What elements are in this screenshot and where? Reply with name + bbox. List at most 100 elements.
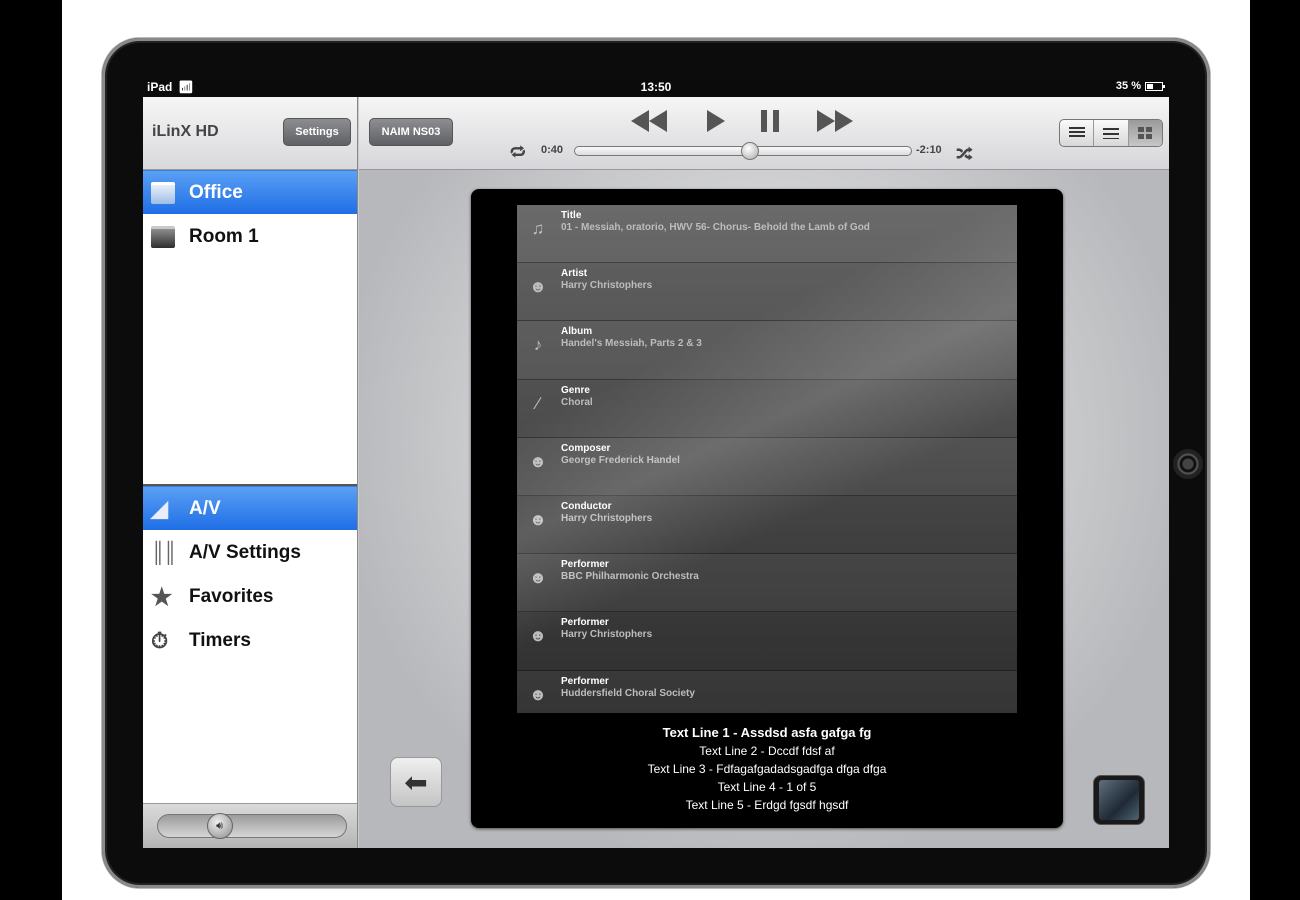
metadata-value: 01 - Messiah, oratorio, HWV 56- Chorus- … — [561, 222, 870, 233]
conductor-icon: ☻ — [529, 509, 547, 529]
metadata-label: Performer — [561, 559, 609, 571]
progress-slider[interactable] — [574, 142, 912, 160]
remaining-time: -2:10 — [916, 144, 942, 156]
metadata-label: Conductor — [561, 500, 612, 512]
pause-icon-part — [773, 110, 779, 132]
metadata-label: Album — [561, 326, 593, 338]
metadata-text: Conductor Harry Christophers — [561, 501, 652, 524]
metadata-value: BBC Philharmonic Orchestra — [561, 571, 699, 583]
room-label: Room 1 — [189, 226, 259, 247]
fast-forward-icon-part — [835, 110, 853, 132]
player-toolbar: NAIM NS03 🔁︎ 0:40 -2:10 🔀︎ — [359, 97, 1169, 170]
back-button[interactable]: ⬅︎ — [390, 757, 442, 807]
metadata-row[interactable]: ☻ Composer George Frederick Handel — [517, 437, 1017, 496]
album-icon: ♪ — [533, 335, 543, 355]
sidebar-header: iLinX HD Settings — [143, 97, 357, 170]
play-button[interactable] — [704, 109, 728, 133]
speaker-icon: ◢ — [151, 495, 168, 521]
volume-control: 🔊︎ — [143, 803, 357, 848]
metadata-row[interactable]: ☻ Performer Harry Christophers — [517, 612, 1017, 671]
text-line-4: Text Line 4 - 1 of 5 — [717, 780, 817, 794]
view-mode-switch — [1059, 119, 1163, 147]
volume-icon: 🔊︎ — [216, 819, 224, 832]
metadata-row[interactable]: ☻ Artist Harry Christophers — [517, 263, 1017, 322]
sidebar: iLinX HD Settings Office Room 1 ◢ A/V ║║… — [143, 97, 358, 848]
composer-icon: ☻ — [529, 451, 547, 471]
volume-slider[interactable]: 🔊︎ — [157, 813, 347, 839]
menu-item-av[interactable]: ◢ A/V — [143, 486, 357, 530]
text-line-1: Text Line 1 - Assdsd asfa gafga fg — [662, 725, 872, 740]
metadata-value: Huddersfield Choral Society — [561, 687, 695, 699]
metadata-label: Performer — [561, 675, 609, 687]
metadata-text: Artist Harry Christophers — [561, 268, 652, 291]
shuffle-icon[interactable]: 🔀︎ — [956, 140, 973, 166]
main-area: ♫ Title 01 - Messiah, oratorio, HWV 56- Ch… — [359, 170, 1169, 848]
performer-icon: ☻ — [529, 626, 547, 646]
metadata-label: Genre — [561, 384, 590, 396]
metadata-label: Artist — [561, 268, 588, 280]
app-title: iLinX HD — [152, 123, 219, 140]
metadata-value: George Frederick Handel — [561, 454, 680, 466]
rewind-button[interactable] — [629, 109, 669, 133]
metadata-text: Composer George Frederick Handel — [561, 443, 680, 466]
metadata-text: Performer Harry Christophers — [561, 617, 652, 640]
pause-button[interactable] — [758, 109, 782, 133]
now-playing-panel: ♫ Title 01 - Messiah, oratorio, HWV 56- Ch… — [471, 189, 1063, 828]
metadata-text: Performer Huddersfield Choral Society — [561, 676, 695, 699]
metadata-label: Title — [561, 210, 582, 221]
view-detailed-list-button[interactable] — [1060, 120, 1095, 146]
room-icon — [151, 181, 175, 204]
metadata-value: Harry Christophers — [561, 280, 653, 292]
metadata-row[interactable]: ♫ Title 01 - Messiah, oratorio, HWV 56- Ch… — [517, 205, 1017, 264]
menu-item-timers[interactable]: ⏱ Timers — [143, 619, 357, 663]
metadata-label: Performer — [561, 617, 609, 629]
metadata-text: Title 01 - Messiah, oratorio, HWV 56- Cho… — [561, 210, 870, 233]
room-item-room-1[interactable]: Room 1 — [143, 215, 357, 259]
metadata-row[interactable]: ☻ Conductor Harry Christophers — [517, 496, 1017, 555]
view-grid-button[interactable] — [1128, 120, 1162, 146]
menu-label: Timers — [189, 630, 251, 651]
sliders-icon: ║║ — [151, 541, 177, 564]
album-art-thumbnail — [1099, 780, 1139, 820]
metadata-text: Genre Choral — [561, 385, 593, 408]
metadata-value: Harry Christophers — [561, 512, 653, 524]
menu-label: A/V — [189, 497, 221, 519]
settings-button[interactable]: Settings — [283, 118, 351, 146]
screen: iPad 📶︎ 13:50 35 % iLinX HD Settings Off… — [143, 78, 1169, 848]
metadata-row[interactable]: ∕ Genre Choral — [517, 380, 1017, 438]
room-item-office[interactable]: Office — [143, 170, 357, 214]
pause-icon — [761, 110, 767, 132]
repeat-icon[interactable]: 🔁︎ — [510, 141, 526, 164]
battery-icon — [1145, 81, 1165, 91]
text-line-3: Text Line 3 - Fdfagafgadadsgadfga dfga d… — [647, 762, 887, 776]
menu-label: Favorites — [189, 586, 274, 607]
status-bar: iPad 📶︎ 13:50 35 % — [143, 78, 1169, 97]
list-detailed-icon — [1068, 127, 1085, 139]
menu-item-favorites[interactable]: ★ Favorites — [143, 575, 357, 619]
view-list-button[interactable] — [1094, 120, 1129, 146]
room-icon — [151, 226, 175, 248]
fast-forward-button[interactable] — [815, 109, 855, 133]
home-button[interactable] — [1173, 449, 1203, 479]
play-icon — [707, 110, 725, 132]
metadata-value: Choral — [561, 396, 593, 408]
rewind-icon-part — [649, 110, 667, 132]
device-button[interactable]: NAIM NS03 — [369, 118, 453, 146]
menu-item-av-settings[interactable]: ║║ A/V Settings — [143, 531, 357, 575]
volume-knob[interactable]: 🔊︎ — [206, 813, 233, 839]
progress-knob[interactable] — [740, 142, 759, 160]
metadata-row[interactable]: ☻ Performer Huddersfield Choral Society — [517, 670, 1017, 713]
text-lines: Text Line 1 - Assdsd asfa gafga fg Text … — [471, 724, 1063, 814]
metadata-text: Performer BBC Philharmonic Orchestra — [561, 559, 699, 582]
elapsed-time: 0:40 — [541, 144, 564, 156]
metadata-value: Harry Christophers — [561, 629, 653, 641]
performer-icon: ☻ — [529, 684, 547, 704]
star-icon: ★ — [151, 583, 173, 611]
metadata-row[interactable]: ☻ Performer BBC Philharmonic Orchestra — [517, 554, 1017, 613]
album-art-button[interactable] — [1093, 775, 1145, 825]
room-label: Office — [189, 181, 243, 203]
guitar-icon: ∕ — [536, 393, 540, 413]
clock: 13:50 — [640, 80, 672, 94]
metadata-row[interactable]: ♪ Album Handel's Messiah, Parts 2 & 3 — [517, 321, 1017, 380]
metadata-text: Album Handel's Messiah, Parts 2 & 3 — [561, 326, 702, 349]
